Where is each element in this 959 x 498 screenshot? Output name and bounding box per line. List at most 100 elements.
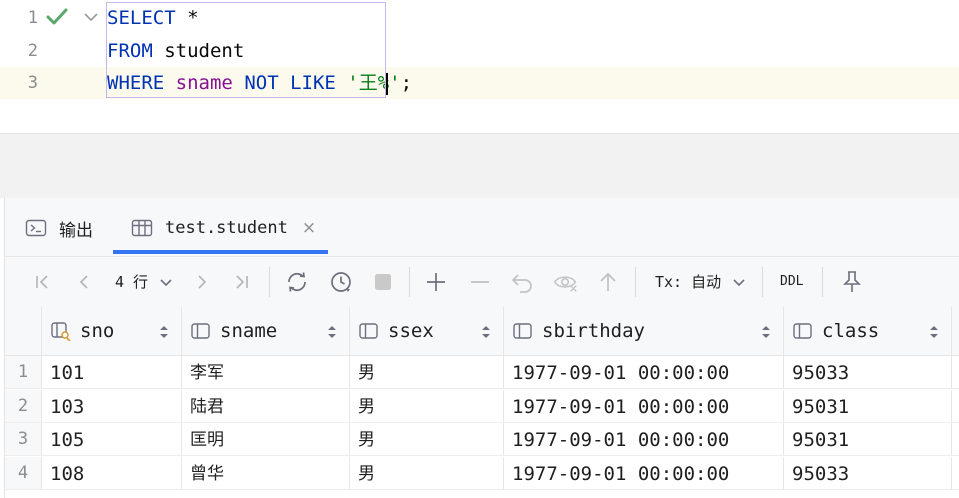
result-toolbar: 4 行 Tx: 自动 DDL [5,256,959,308]
services-tool-window: 输出 test.student × 4 行 Tx: 自动 DDL sno sna… [4,198,959,498]
cell-class[interactable]: 95033 [784,456,952,490]
column-header-label: sname [220,320,278,342]
code-token: ; [400,72,413,94]
console-icon [25,219,47,237]
sql-editor[interactable]: 1 SELECT * 2 FROM student 3 WHERE sname … [0,0,959,104]
sort-icon[interactable] [481,324,491,338]
column-icon [512,321,534,341]
transaction-mode-selector[interactable]: Tx: 自动 [655,257,721,307]
column-icon [190,321,212,341]
column-header-sname[interactable]: sname [182,307,350,355]
ddl-button[interactable]: DDL [780,257,803,307]
cell-sname[interactable]: 匡明 [182,423,350,456]
table-row[interactable]: 3 105 匡明男 1977-09-01 00:00:00 95031 [5,423,959,456]
code-token: SELECT [107,7,176,29]
table-row[interactable]: 4 108 曾华男 1977-09-01 00:00:00 95033 [5,456,959,490]
cell-class[interactable]: 95031 [784,389,952,423]
first-page-icon[interactable] [29,269,55,295]
column-icon [358,321,380,341]
table-row[interactable]: 1 101 李军男 1977-09-01 00:00:00 95033 [5,356,959,389]
active-tab-indicator [113,250,328,254]
line-number: 3 [27,73,38,93]
row-number[interactable]: 1 [5,356,42,389]
result-tabs: 输出 test.student × [5,198,959,254]
cell-ssex[interactable]: 男 [350,456,504,490]
cell-ssex[interactable]: 男 [350,356,504,389]
column-header-label: class [822,320,880,342]
previous-page-icon[interactable] [71,269,97,295]
submit-icon[interactable] [595,269,621,295]
next-page-icon[interactable] [189,269,215,295]
clock-icon[interactable] [328,269,354,295]
chevron-down-icon[interactable] [83,11,99,23]
row-number[interactable]: 4 [5,456,42,490]
editor-line-2[interactable]: 2 FROM student [0,35,959,67]
cell-sno[interactable]: 105 [42,423,182,456]
row-divider [5,488,959,490]
result-grid[interactable]: sno sname ssex sbirthday class 1 101 李军男 1977-0… [5,307,959,498]
cell-sno[interactable]: 103 [42,389,182,423]
cell-sbirthday[interactable]: 1977-09-01 00:00:00 [504,356,784,389]
editor-line-1[interactable]: 1 SELECT * [0,2,959,34]
text-cursor [386,73,388,95]
sort-icon[interactable] [929,324,939,338]
toolbar-separator [409,267,410,297]
tab-output[interactable]: 输出 [25,208,93,248]
cell-ssex[interactable]: 男 [350,389,504,423]
close-icon[interactable]: × [302,218,316,238]
refresh-icon[interactable] [284,269,310,295]
code-token: NOT LIKE [244,72,336,94]
chevron-down-icon[interactable] [726,269,752,295]
cell-sbirthday[interactable]: 1977-09-01 00:00:00 [504,456,784,490]
cell-sno[interactable]: 101 [42,356,182,389]
column-header-ssex[interactable]: ssex [350,307,504,355]
cell-class[interactable]: 95031 [784,423,952,456]
grid-corner[interactable] [5,307,42,355]
cell-sbirthday[interactable]: 1977-09-01 00:00:00 [504,389,784,423]
sort-icon[interactable] [761,324,771,338]
cell-sname[interactable]: 李军 [182,356,350,389]
column-icon [792,321,814,341]
last-page-icon[interactable] [229,269,255,295]
delete-row-icon[interactable] [467,269,493,295]
check-icon [46,8,68,25]
column-header-sno[interactable]: sno [42,307,182,355]
row-number[interactable]: 3 [5,423,42,456]
pin-icon[interactable] [839,269,865,295]
column-header-sbirthday[interactable]: sbirthday [504,307,784,355]
code-token: '王%' [347,72,401,94]
primary-key-column-icon [50,321,72,342]
column-header-label: sbirthday [542,320,645,342]
chevron-down-icon[interactable] [153,269,179,295]
editor-line-3[interactable]: 3 WHERE sname NOT LIKE '王%'; [0,67,959,99]
code-line[interactable]: FROM student [107,35,244,67]
code-line[interactable]: WHERE sname NOT LIKE '王%'; [107,67,412,99]
code-line[interactable]: SELECT * [107,2,199,34]
row-number[interactable]: 2 [5,389,42,423]
cell-ssex[interactable]: 男 [350,423,504,456]
splitter-area[interactable] [0,134,959,198]
toolbar-separator [822,267,823,297]
table-icon [131,219,153,237]
sort-icon[interactable] [327,324,337,338]
revert-icon[interactable] [509,269,535,295]
cell-sname[interactable]: 曾华 [182,456,350,490]
add-row-icon[interactable] [423,269,449,295]
cell-class[interactable]: 95033 [784,356,952,389]
cell-sname[interactable]: 陆君 [182,389,350,423]
row-count-selector[interactable]: 4 行 [115,257,148,307]
cell-sno[interactable]: 108 [42,456,182,490]
cell-sbirthday[interactable]: 1977-09-01 00:00:00 [504,423,784,456]
column-header-label: sno [80,320,115,342]
preview-changes-icon[interactable] [553,269,579,295]
stop-icon[interactable] [370,269,396,295]
sort-icon[interactable] [159,324,169,338]
tab-test-student[interactable]: test.student × [131,208,316,248]
table-row[interactable]: 2 103 陆君男 1977-09-01 00:00:00 95031 [5,389,959,423]
tab-test-student-label: test.student [165,218,288,238]
column-header-class[interactable]: class [784,307,952,355]
